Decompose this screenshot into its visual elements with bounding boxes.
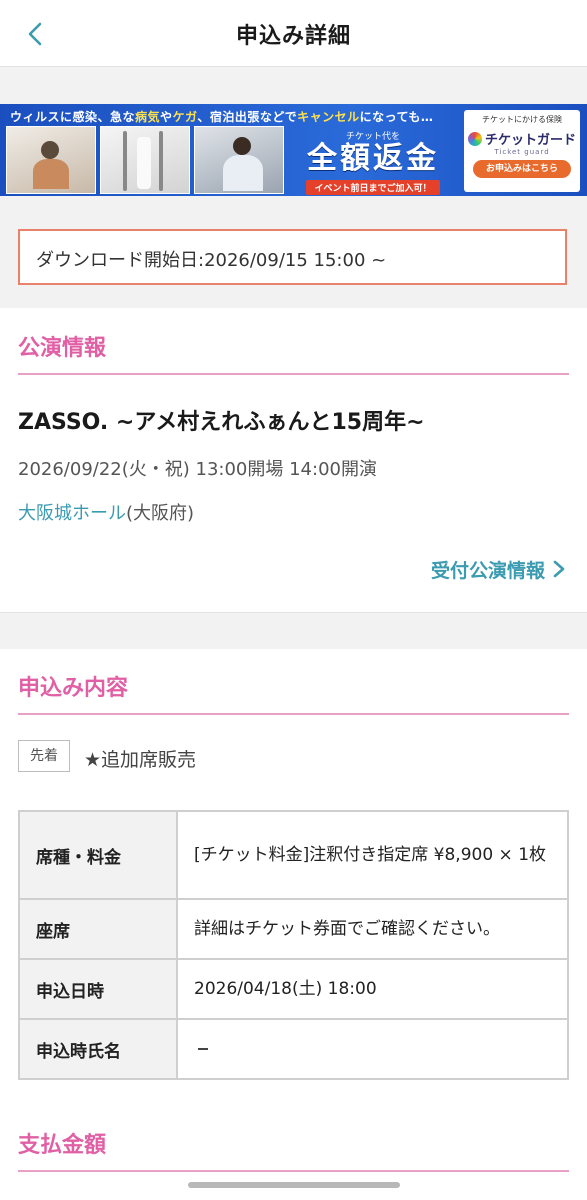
table-header-cell: 席種・料金 <box>18 810 178 900</box>
app-header: 申込み詳細 <box>0 0 587 67</box>
ticket-guard-logo: チケットガード <box>464 129 580 148</box>
performance-section-title: 公演情報 <box>18 336 107 361</box>
crutches-photo <box>100 126 190 194</box>
application-section-divider <box>18 713 569 715</box>
redacted-name-cell <box>176 1018 569 1080</box>
venue-link[interactable]: 大阪城ホール <box>18 503 126 524</box>
table-header-cell: 申込時氏名 <box>18 1018 178 1080</box>
event-venue: 大阪城ホール(大阪府) <box>18 503 195 524</box>
banner-headline: ウィルスに感染、急な病気やケガ、宿泊出張などでキャンセルになっても… <box>10 110 434 124</box>
event-datetime: 2026/09/22(火・祝) 13:00開場 14:00開演 <box>18 459 377 480</box>
section-separator <box>0 612 587 649</box>
table-value-cell: 詳細はチケット券面でご確認ください。 <box>176 898 569 960</box>
table-row: 申込日時 2026/04/18(土) 18:00 <box>18 958 569 1020</box>
page-title: 申込み詳細 <box>235 24 351 49</box>
table-row: 申込時氏名 <box>18 1018 569 1080</box>
reception-info-link[interactable]: 受付公演情報 <box>431 556 567 583</box>
ticket-guard-logo-icon <box>467 132 482 146</box>
payment-section-divider <box>18 1170 569 1172</box>
guard-apply-button[interactable]: お申込みはこちら <box>473 160 571 178</box>
ticket-guard-panel: チケットにかける保険 チケットガード Ticket guard お申込みはこちら <box>464 110 580 192</box>
business-man-photo <box>194 126 284 194</box>
download-start-notice: ダウンロード開始日:2026/09/15 15:00 ~ <box>18 229 567 285</box>
home-indicator[interactable] <box>188 1182 400 1188</box>
performance-section-divider <box>18 373 569 375</box>
sale-type-label: ★追加席販売 <box>84 749 197 771</box>
table-value-cell: [チケット料金]注釈付き指定席 ¥8,900 × 1枚 <box>176 810 569 900</box>
table-value-cell: 2026/04/18(土) 18:00 <box>176 958 569 1020</box>
table-header-cell: 座席 <box>18 898 178 960</box>
table-row: 座席 詳細はチケット券面でご確認ください。 <box>18 898 569 960</box>
refund-panel: チケット代を 全額返金 イベント前日までご加入可！ <box>306 132 440 195</box>
first-come-badge: 先着 <box>18 740 70 772</box>
chevron-right-icon <box>553 560 565 578</box>
event-title: ZASSO. ~アメ村えれふぁんと15周年~ <box>18 410 425 435</box>
payment-section-title: 支払金額 <box>18 1133 107 1158</box>
application-section-title: 申込み内容 <box>18 676 129 701</box>
table-header-cell: 申込日時 <box>18 958 178 1020</box>
sick-woman-photo <box>6 126 96 194</box>
ticket-guard-banner[interactable]: ウィルスに感染、急な病気やケガ、宿泊出張などでキャンセルになっても… チケット代… <box>0 104 587 196</box>
table-row: 席種・料金 [チケット料金]注釈付き指定席 ¥8,900 × 1枚 <box>18 810 569 900</box>
application-detail-table: 席種・料金 [チケット料金]注釈付き指定席 ¥8,900 × 1枚 座席 詳細は… <box>18 810 569 1080</box>
